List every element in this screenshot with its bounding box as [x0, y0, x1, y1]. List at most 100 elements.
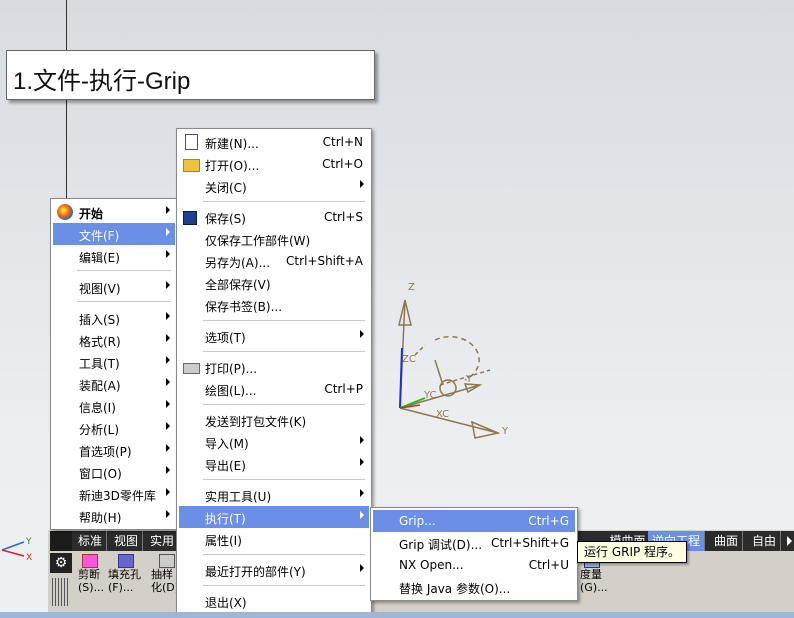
menu-item-format[interactable]: 格式(R) [53, 329, 175, 351]
menu-item-assembly[interactable]: 装配(A) [53, 373, 175, 395]
submenu-arrow-icon [360, 436, 364, 444]
submenu-arrow-icon [166, 488, 170, 496]
file-exit-label: 退出(X) [205, 596, 247, 610]
submenu-arrow-icon [166, 312, 170, 320]
menu-item-help[interactable]: 帮助(H) [53, 505, 175, 527]
file-send-to-package-label: 发送到打包文件(K) [205, 415, 307, 429]
submenu-arrow-icon [166, 228, 170, 236]
menu-item-preferences[interactable]: 首选项(P) [53, 439, 175, 461]
menu-item-start[interactable]: 开始 [53, 201, 175, 223]
z-axis-label: Z [408, 282, 415, 293]
file-save-as[interactable]: 另存为(A)... Ctrl+Shift+A [179, 250, 369, 272]
file-close[interactable]: 关闭(C) [179, 175, 369, 197]
fill-hole-icon [118, 554, 134, 568]
tab-surface[interactable]: 曲面 [710, 531, 744, 551]
file-utilities[interactable]: 实用工具(U) [179, 484, 369, 506]
menu-item-info[interactable]: 信息(I) [53, 395, 175, 417]
file-import[interactable]: 导入(M) [179, 431, 369, 453]
menu-separator [203, 585, 365, 586]
toolbar-gear-icon[interactable] [50, 531, 72, 551]
file-new[interactable]: 新建(N)... Ctrl+N [179, 131, 369, 153]
tab-view[interactable]: 视图 [110, 531, 144, 551]
sample-button[interactable]: 抽样 化(D) [151, 554, 179, 594]
toolbar-gear-button[interactable]: ⚙ [50, 553, 72, 573]
submenu-arrow-icon [360, 330, 364, 338]
menu-item-3d-parts-library[interactable]: 新迪3D零件库 [53, 483, 175, 505]
file-execute[interactable]: 执行(T) [179, 506, 369, 528]
execute-replace-java-args[interactable]: 替换 Java 参数(O)... [373, 576, 575, 598]
menu-separator [203, 201, 365, 202]
submenu-arrow-icon [166, 422, 170, 430]
file-save-all-label: 全部保存(V) [205, 278, 271, 292]
open-folder-icon [183, 159, 200, 172]
submenu-arrow-icon [360, 489, 364, 497]
execute-nx-open[interactable]: NX Open... Ctrl+U [373, 554, 575, 576]
file-options[interactable]: 选项(T) [179, 325, 369, 347]
file-export[interactable]: 导出(E) [179, 453, 369, 475]
menu-item-help-label: 帮助(H) [79, 511, 122, 525]
file-open[interactable]: 打开(O)... Ctrl+O [179, 153, 369, 175]
execute-grip-shortcut: Ctrl+G [528, 514, 569, 528]
file-options-label: 选项(T) [205, 331, 246, 345]
execute-grip[interactable]: Grip... Ctrl+G [373, 510, 575, 532]
menu-item-file-label: 文件(F) [79, 229, 120, 243]
menu-item-insert[interactable]: 插入(S) [53, 307, 175, 329]
menu-separator [77, 270, 171, 271]
execute-grip-debug-label: Grip 调试(D)... [399, 538, 483, 552]
file-properties[interactable]: 属性(I) [179, 528, 369, 550]
menu-item-assembly-label: 装配(A) [79, 379, 121, 393]
file-print-label: 打印(P)... [205, 362, 258, 376]
tab-standard[interactable]: 标准 [74, 531, 108, 551]
main-menu: 开始 文件(F) 编辑(E) 视图(V) 插入(S) 格式(R) 工具(T) 装… [50, 198, 178, 530]
file-export-label: 导出(E) [205, 459, 246, 473]
submenu-arrow-icon [166, 466, 170, 474]
tab-utility[interactable]: 实用 [146, 531, 180, 551]
submenu-arrow-icon [166, 510, 170, 518]
menu-item-analysis[interactable]: 分析(L) [53, 417, 175, 439]
menu-item-edit[interactable]: 编辑(E) [53, 245, 175, 267]
file-plot-shortcut: Ctrl+P [324, 382, 363, 396]
execute-grip-label: Grip... [399, 514, 436, 528]
file-send-to-package[interactable]: 发送到打包文件(K) [179, 409, 369, 431]
file-save-work-part-only[interactable]: 仅保存工作部件(W) [179, 228, 369, 250]
submenu-arrow-icon [166, 250, 170, 258]
execute-grip-debug[interactable]: Grip 调试(D)... Ctrl+Shift+G [373, 532, 575, 554]
corner-axes: Y X [1, 537, 32, 562]
zc-axis-label: ZC [402, 354, 416, 365]
submenu-arrow-icon [360, 564, 364, 572]
file-execute-label: 执行(T) [205, 512, 246, 526]
trim-button[interactable]: 剪断 (S)... [78, 554, 104, 594]
file-exit[interactable]: 退出(X) [179, 590, 369, 612]
menu-item-file[interactable]: 文件(F) [53, 223, 175, 245]
toolbar-grip-handle[interactable] [52, 578, 70, 606]
file-new-shortcut: Ctrl+N [322, 135, 363, 149]
submenu-arrow-icon [166, 356, 170, 364]
file-plot-label: 绘图(L)... [205, 384, 257, 398]
file-print[interactable]: 打印(P)... [179, 356, 369, 378]
menu-item-start-label: 开始 [79, 207, 104, 221]
file-save[interactable]: 保存(S) Ctrl+S [179, 206, 369, 228]
submenu-arrow-icon [360, 458, 364, 466]
file-save-bookmark[interactable]: 保存书签(B)... [179, 294, 369, 316]
file-open-shortcut: Ctrl+O [322, 157, 363, 171]
printer-icon [183, 363, 200, 374]
sample-icon [159, 554, 175, 568]
menu-item-tools[interactable]: 工具(T) [53, 351, 175, 373]
menu-item-view[interactable]: 视图(V) [53, 276, 175, 298]
file-plot[interactable]: 绘图(L)... Ctrl+P [179, 378, 369, 400]
menu-item-analysis-label: 分析(L) [79, 423, 120, 437]
tab-freeform[interactable]: 自由 [748, 531, 782, 551]
file-save-all[interactable]: 全部保存(V) [179, 272, 369, 294]
file-properties-label: 属性(I) [205, 534, 242, 548]
menu-item-window[interactable]: 窗口(O) [53, 461, 175, 483]
file-recent-parts-label: 最近打开的部件(Y) [205, 565, 306, 579]
menu-item-tools-label: 工具(T) [79, 357, 120, 371]
fill-hole-button[interactable]: 填充孔 (F)... [108, 554, 141, 594]
file-save-as-shortcut: Ctrl+Shift+A [286, 254, 363, 268]
tabs-more-icon[interactable] [787, 536, 792, 546]
menu-separator [203, 479, 365, 480]
file-new-label: 新建(N)... [205, 137, 259, 151]
menu-item-format-label: 格式(R) [79, 335, 121, 349]
yc-axis-label: YC [423, 390, 437, 401]
file-recent-parts[interactable]: 最近打开的部件(Y) [179, 559, 369, 581]
